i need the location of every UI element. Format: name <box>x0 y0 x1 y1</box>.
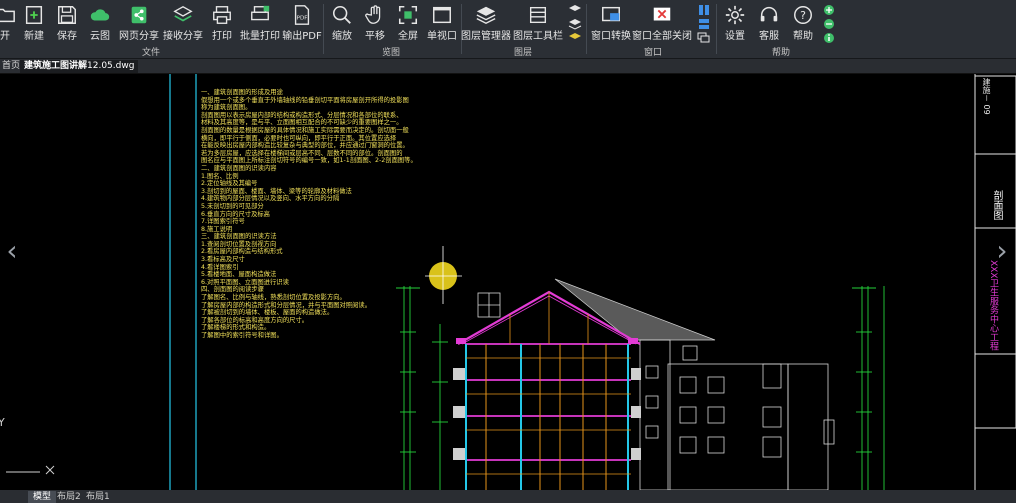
open-folder-icon <box>0 8 15 23</box>
pdf-icon: PDF <box>294 5 310 25</box>
drawing-canvas[interactable]: 一、建筑剖面图的形成及用途 假想用一个或多个垂直于外墙轴线的铅垂剖切平面将房屋剖… <box>0 74 1016 490</box>
help-icon: ? <box>794 6 812 24</box>
file-group-label: 文件 <box>142 48 161 58</box>
zoom-in-small-icon[interactable] <box>823 4 837 16</box>
fullscreen-label: 全屏 <box>398 31 418 42</box>
share-icon <box>131 6 147 24</box>
window-group-label: 窗口 <box>644 48 663 58</box>
close-all-windows-button[interactable]: 窗口全部关闭 <box>632 2 692 42</box>
customer-service-label: 客服 <box>759 31 779 42</box>
layer-manager-label: 图层管理器 <box>461 31 511 42</box>
ribbon-toolbar: 开 新建 保存 云图 网页分享 接收分享 打印 批量打印 PDF 输出PDF 文… <box>0 0 1016 59</box>
save-label: 保存 <box>57 31 77 42</box>
group-separator <box>716 4 717 54</box>
save-icon <box>58 6 76 24</box>
pan-button[interactable]: 平移 <box>361 2 389 42</box>
new-label: 新建 <box>24 31 44 42</box>
next-page-arrow-icon[interactable]: › <box>992 236 1012 266</box>
export-pdf-label: 输出PDF <box>282 31 322 42</box>
single-viewport-label: 单视口 <box>427 31 457 42</box>
zoom-button[interactable]: 缩放 <box>328 2 356 42</box>
fullscreen-icon <box>398 5 418 25</box>
titleblock-project-name: XXX卫生服务中心工程 <box>988 260 998 351</box>
info-small-icon[interactable] <box>823 32 837 44</box>
layer-group-label: 图层 <box>514 48 533 58</box>
layer-manager-button[interactable]: 图层管理器 <box>461 2 511 42</box>
tab-active-file[interactable]: 建筑施工图讲解12.05.dwg <box>20 60 139 73</box>
window-switch-label: 窗口转换 <box>591 31 631 42</box>
tab-file-name-bold: 建筑施工图讲解 <box>24 61 88 71</box>
layer-small-icon-1[interactable] <box>568 4 582 16</box>
settings-button[interactable]: 设置 <box>721 2 749 42</box>
group-separator <box>323 4 324 54</box>
document-tab-bar: 首页 建筑施工图讲解12.05.dwg <box>0 59 1016 74</box>
right-dimension-column <box>852 286 885 490</box>
receive-share-button[interactable]: 接收分享 <box>163 2 203 42</box>
prev-page-arrow-icon[interactable]: ‹ <box>2 236 22 266</box>
svg-text:PDF: PDF <box>297 16 308 22</box>
customer-service-button[interactable]: 客服 <box>755 2 783 42</box>
print-button[interactable]: 打印 <box>208 2 236 42</box>
ucs-axis-icon <box>6 465 55 475</box>
fullscreen-button[interactable]: 全屏 <box>394 2 422 42</box>
cloud-icon <box>90 9 110 21</box>
new-file-icon <box>25 6 43 24</box>
cloud-label: 云图 <box>90 31 110 42</box>
view-group-label: 览图 <box>382 48 401 58</box>
single-viewport-button[interactable]: 单视口 <box>426 2 458 42</box>
save-button[interactable]: 保存 <box>53 2 81 42</box>
close-all-windows-label: 窗口全部关闭 <box>632 31 692 42</box>
layer-toolbar-label: 图层工具栏 <box>513 31 563 42</box>
group-separator <box>586 4 587 54</box>
drawing-svg <box>6 74 1016 490</box>
pan-label: 平移 <box>365 31 385 42</box>
print-label: 打印 <box>212 31 232 42</box>
batch-print-icon <box>251 5 270 21</box>
receive-share-label: 接收分享 <box>163 31 203 42</box>
tile-vertical-icon[interactable] <box>697 4 711 16</box>
web-share-button[interactable]: 网页分享 <box>118 2 160 42</box>
layer-small-icon-2[interactable] <box>568 18 582 30</box>
layers-icon <box>476 6 496 25</box>
titleblock-sheet-number: 建施－ 09 <box>982 78 991 115</box>
receive-share-icon <box>173 5 193 22</box>
layout-tab-bar: 模型 布局2 布局1 <box>0 490 1016 503</box>
pan-hand-icon <box>365 5 381 24</box>
window-switch-button[interactable]: 窗口转换 <box>590 2 632 42</box>
layer-toolbar-icon <box>529 6 547 24</box>
svg-text:?: ? <box>800 9 806 22</box>
print-icon <box>213 6 231 24</box>
web-share-label: 网页分享 <box>119 31 159 42</box>
settings-gear-icon <box>725 5 745 25</box>
batch-print-label: 批量打印 <box>240 31 280 42</box>
zoom-out-small-icon[interactable] <box>823 18 837 30</box>
help-label: 帮助 <box>793 31 813 42</box>
settings-label: 设置 <box>725 31 745 42</box>
close-all-windows-icon <box>653 7 671 21</box>
titleblock-drawing-name: 剖面图 <box>991 190 1002 220</box>
open-button[interactable]: 开 <box>0 2 15 42</box>
tab-layout1[interactable]: 布局1 <box>81 491 115 503</box>
tab-file-name-rest: 12.05.dwg <box>87 61 135 71</box>
elevation-building-right <box>639 339 835 490</box>
new-button[interactable]: 新建 <box>20 2 48 42</box>
zoom-label: 缩放 <box>332 31 352 42</box>
single-viewport-icon <box>433 6 451 24</box>
export-pdf-button[interactable]: PDF 输出PDF <box>282 2 322 42</box>
cloud-button[interactable]: 云图 <box>86 2 114 42</box>
window-switch-icon <box>602 6 620 22</box>
headset-icon <box>760 7 778 22</box>
elevation-building-left <box>477 292 501 318</box>
tile-horizontal-icon[interactable] <box>697 18 711 30</box>
layer-small-icon-3[interactable] <box>568 32 582 44</box>
cascade-windows-icon[interactable] <box>697 32 711 44</box>
help-button[interactable]: ? 帮助 <box>789 2 817 42</box>
layer-toolbar-button[interactable]: 图层工具栏 <box>513 2 563 42</box>
help-group-label: 帮助 <box>772 48 791 58</box>
drawing-notes-text: 一、建筑剖面图的形成及用途 假想用一个或多个垂直于外墙轴线的铅垂剖切平面将房屋剖… <box>201 89 417 339</box>
batch-print-button[interactable]: 批量打印 <box>240 2 280 42</box>
zoom-icon <box>332 5 351 24</box>
open-label: 开 <box>0 31 10 42</box>
ucs-y-axis-label: Y <box>0 416 5 429</box>
